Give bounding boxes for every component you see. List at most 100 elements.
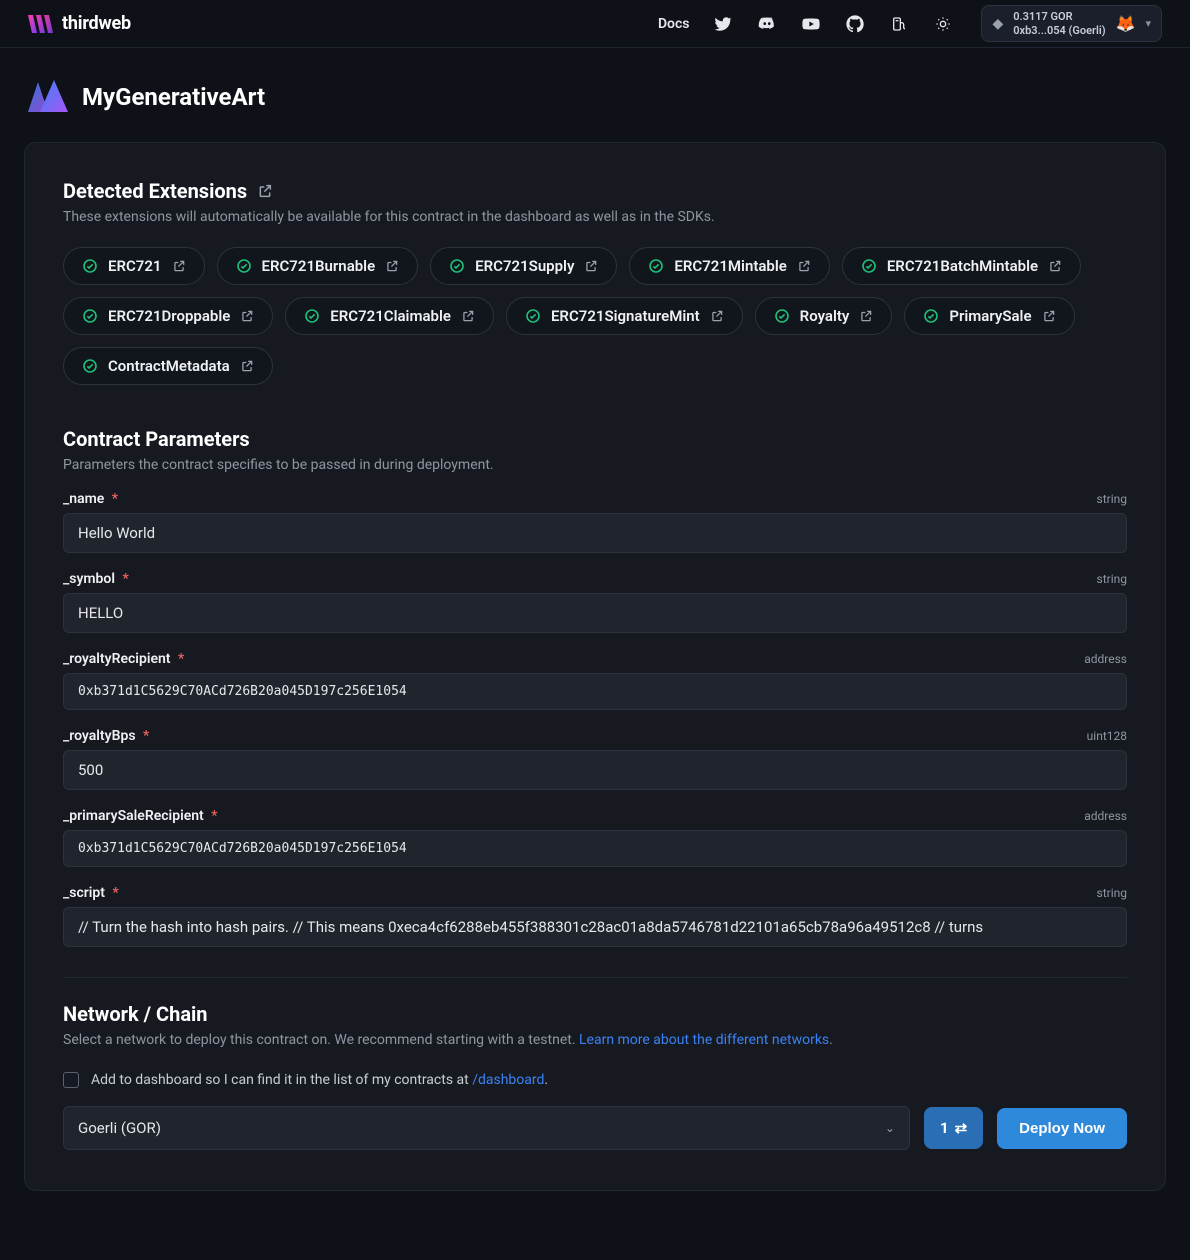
network-learn-link[interactable]: Learn more about the different networks	[579, 1032, 829, 1048]
twitter-icon[interactable]	[713, 14, 733, 34]
extension-chip-label: ERC721Supply	[475, 257, 574, 275]
extension-chip[interactable]: Royalty	[755, 297, 893, 335]
metamask-icon: 🦊	[1116, 14, 1136, 33]
wallet-address: 0xb3...054 (Goerli)	[1013, 24, 1105, 38]
chevron-down-icon: ⌄	[885, 1121, 895, 1135]
external-link-icon[interactable]	[797, 259, 811, 273]
extension-chip-label: Royalty	[800, 307, 850, 325]
network-select[interactable]: Goerli (GOR) ⌄	[63, 1106, 910, 1150]
discord-icon[interactable]	[757, 14, 777, 34]
param-input[interactable]	[63, 830, 1127, 867]
extension-chip[interactable]: ContractMetadata	[63, 347, 273, 385]
divider	[63, 977, 1127, 978]
param-input[interactable]	[63, 513, 1127, 553]
external-link-icon[interactable]	[710, 309, 724, 323]
youtube-icon[interactable]	[801, 14, 821, 34]
dashboard-link[interactable]: /dashboard	[472, 1072, 544, 1088]
brand-text: thirdweb	[62, 13, 131, 34]
external-link-icon[interactable]	[461, 309, 475, 323]
extension-chip-label: ERC721SignatureMint	[551, 307, 700, 325]
extension-chip[interactable]: ERC721BatchMintable	[842, 247, 1081, 285]
check-icon	[82, 258, 98, 274]
deploy-button[interactable]: Deploy Now	[997, 1108, 1127, 1149]
params-list: _name * string _symbol * string _royaltyReci…	[63, 491, 1127, 947]
param-row: _royaltyBps *uint128	[63, 728, 1127, 790]
param-type: string	[1097, 492, 1127, 506]
required-marker: *	[119, 571, 129, 587]
external-link-icon[interactable]	[584, 259, 598, 273]
check-icon	[304, 308, 320, 324]
extension-chip[interactable]: ERC721	[63, 247, 205, 285]
param-row: _name * string	[63, 491, 1127, 553]
param-label: _royaltyBps *	[63, 728, 149, 744]
wallet-balance: 0.3117 GOR	[1013, 10, 1105, 24]
param-input[interactable]	[63, 907, 1127, 947]
param-type: string	[1097, 886, 1127, 900]
brand-logo[interactable]: thirdweb	[28, 13, 131, 34]
page-title-row: MyGenerativeArt	[28, 80, 1162, 114]
check-icon	[82, 358, 98, 374]
check-icon	[861, 258, 877, 274]
github-icon[interactable]	[845, 14, 865, 34]
add-dashboard-row: Add to dashboard so I can find it in the…	[63, 1072, 1127, 1088]
header-nav: Docs	[658, 14, 954, 34]
eth-icon: ◆	[992, 17, 1003, 31]
external-link-icon[interactable]	[257, 183, 273, 199]
gas-icon[interactable]	[889, 14, 909, 34]
external-link-icon[interactable]	[240, 309, 254, 323]
brand-mark-icon	[28, 15, 54, 33]
check-icon	[82, 308, 98, 324]
extension-chip[interactable]: ERC721Mintable	[629, 247, 829, 285]
extension-chip-label: ERC721Burnable	[262, 257, 376, 275]
param-label: _symbol *	[63, 571, 129, 587]
external-link-icon[interactable]	[172, 259, 186, 273]
external-link-icon[interactable]	[240, 359, 254, 373]
param-label: _name *	[63, 491, 118, 507]
deploy-card: Detected Extensions These extensions wil…	[24, 142, 1166, 1191]
extension-chip-label: ERC721	[108, 257, 162, 275]
required-marker: *	[109, 885, 119, 901]
check-icon	[236, 258, 252, 274]
external-link-icon[interactable]	[1048, 259, 1062, 273]
extension-chip[interactable]: ERC721Burnable	[217, 247, 419, 285]
param-input[interactable]	[63, 750, 1127, 790]
extension-chip[interactable]: ERC721Claimable	[285, 297, 494, 335]
add-dashboard-checkbox[interactable]	[63, 1072, 79, 1088]
param-row: _script *string	[63, 885, 1127, 947]
param-input[interactable]	[63, 673, 1127, 710]
required-marker: *	[140, 728, 150, 744]
param-input[interactable]	[63, 593, 1127, 633]
external-link-icon[interactable]	[1042, 309, 1056, 323]
param-type: address	[1084, 652, 1127, 666]
contract-params-section: Contract Parameters Parameters the contr…	[63, 427, 1127, 947]
network-selected: Goerli (GOR)	[78, 1119, 161, 1137]
page-title: MyGenerativeArt	[82, 83, 265, 111]
docs-link[interactable]: Docs	[658, 16, 690, 32]
param-row: _royaltyRecipient *address	[63, 651, 1127, 710]
chevron-down-icon: ▾	[1145, 17, 1151, 30]
external-link-icon[interactable]	[385, 259, 399, 273]
deploy-footer: Goerli (GOR) ⌄ 1 ⇄ Deploy Now	[63, 1106, 1127, 1150]
page-body: MyGenerativeArt Detected Extensions Thes…	[0, 48, 1190, 1215]
theme-toggle-icon[interactable]	[933, 14, 953, 34]
external-link-icon[interactable]	[859, 309, 873, 323]
extension-chip-label: ERC721Droppable	[108, 307, 230, 325]
extension-chip[interactable]: ERC721Supply	[430, 247, 617, 285]
extension-chip[interactable]: PrimarySale	[904, 297, 1074, 335]
swap-icon: ⇄	[955, 1119, 968, 1137]
tx-count-button[interactable]: 1 ⇄	[924, 1107, 983, 1149]
param-type: address	[1084, 809, 1127, 823]
check-icon	[449, 258, 465, 274]
param-row: _primarySaleRecipient *address	[63, 808, 1127, 867]
extension-chip[interactable]: ERC721Droppable	[63, 297, 273, 335]
check-icon	[648, 258, 664, 274]
network-desc: Select a network to deploy this contract…	[63, 1032, 1127, 1048]
check-icon	[774, 308, 790, 324]
wallet-button[interactable]: ◆ 0.3117 GOR 0xb3...054 (Goerli) 🦊 ▾	[981, 5, 1162, 43]
contract-icon	[28, 80, 68, 114]
extension-chip-label: ERC721Claimable	[330, 307, 451, 325]
contract-params-subheading: Parameters the contract specifies to be …	[63, 457, 1127, 473]
extension-chip-label: PrimarySale	[949, 307, 1031, 325]
network-desc-text: Select a network to deploy this contract…	[63, 1032, 579, 1048]
extension-chip[interactable]: ERC721SignatureMint	[506, 297, 743, 335]
